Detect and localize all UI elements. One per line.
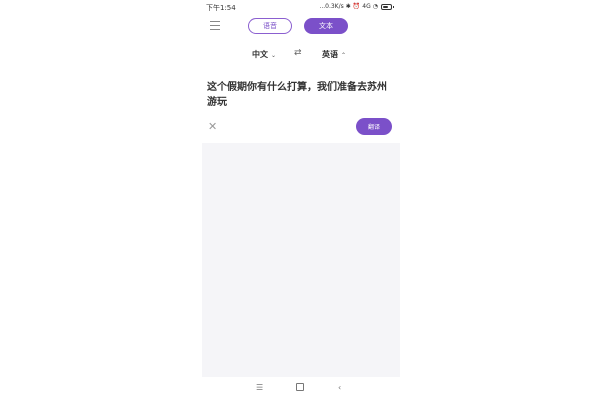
bluetooth-icon: ✱ [345, 3, 351, 10]
battery-level [383, 5, 388, 8]
translate-button[interactable]: 翻译 [356, 118, 392, 135]
wifi-icon: ◔ [372, 3, 378, 10]
chevron-down-icon: ⌄ [271, 52, 277, 59]
source-language-label: 中文 [252, 50, 268, 59]
target-language-label: 英语 [322, 50, 338, 59]
nav-home-icon[interactable] [296, 383, 304, 391]
language-selector: 中文 ⌄ ⇄ 英语 ⌃ [200, 48, 400, 62]
status-indicators: ...0.3K/s ✱ ⏰ 4G ◔ [319, 3, 394, 10]
chevron-up-icon: ⌃ [341, 52, 347, 59]
translation-result-panel [202, 143, 400, 377]
app-screen: 下午1:54 ...0.3K/s ✱ ⏰ 4G ◔ 语音 文本 中文 ⌄ ⇄ 英语… [200, 0, 400, 400]
network-speed: ...0.3K/s [319, 3, 344, 10]
nav-back-icon[interactable]: ‹ [338, 383, 341, 392]
mode-tabs: 语音 文本 [248, 18, 348, 34]
system-nav-bar: ☰ ‹ [200, 380, 400, 400]
battery-icon [381, 3, 394, 10]
tab-text[interactable]: 文本 [304, 18, 348, 34]
tab-voice[interactable]: 语音 [248, 18, 292, 34]
close-icon[interactable]: ✕ [208, 120, 217, 133]
swap-icon[interactable]: ⇄ [294, 48, 302, 58]
source-text-input[interactable]: 这个假期你有什么打算，我们准备去苏州游玩 [207, 80, 393, 110]
target-language-dropdown[interactable]: 英语 ⌃ [322, 49, 346, 60]
alarm-icon: ⏰ [352, 3, 361, 10]
status-bar: 下午1:54 ...0.3K/s ✱ ⏰ 4G ◔ [200, 0, 400, 13]
signal-label: 4G [362, 3, 371, 10]
menu-icon[interactable] [210, 21, 220, 30]
source-language-dropdown[interactable]: 中文 ⌄ [252, 49, 276, 60]
nav-menu-icon[interactable]: ☰ [256, 383, 263, 392]
status-time: 下午1:54 [206, 4, 236, 12]
